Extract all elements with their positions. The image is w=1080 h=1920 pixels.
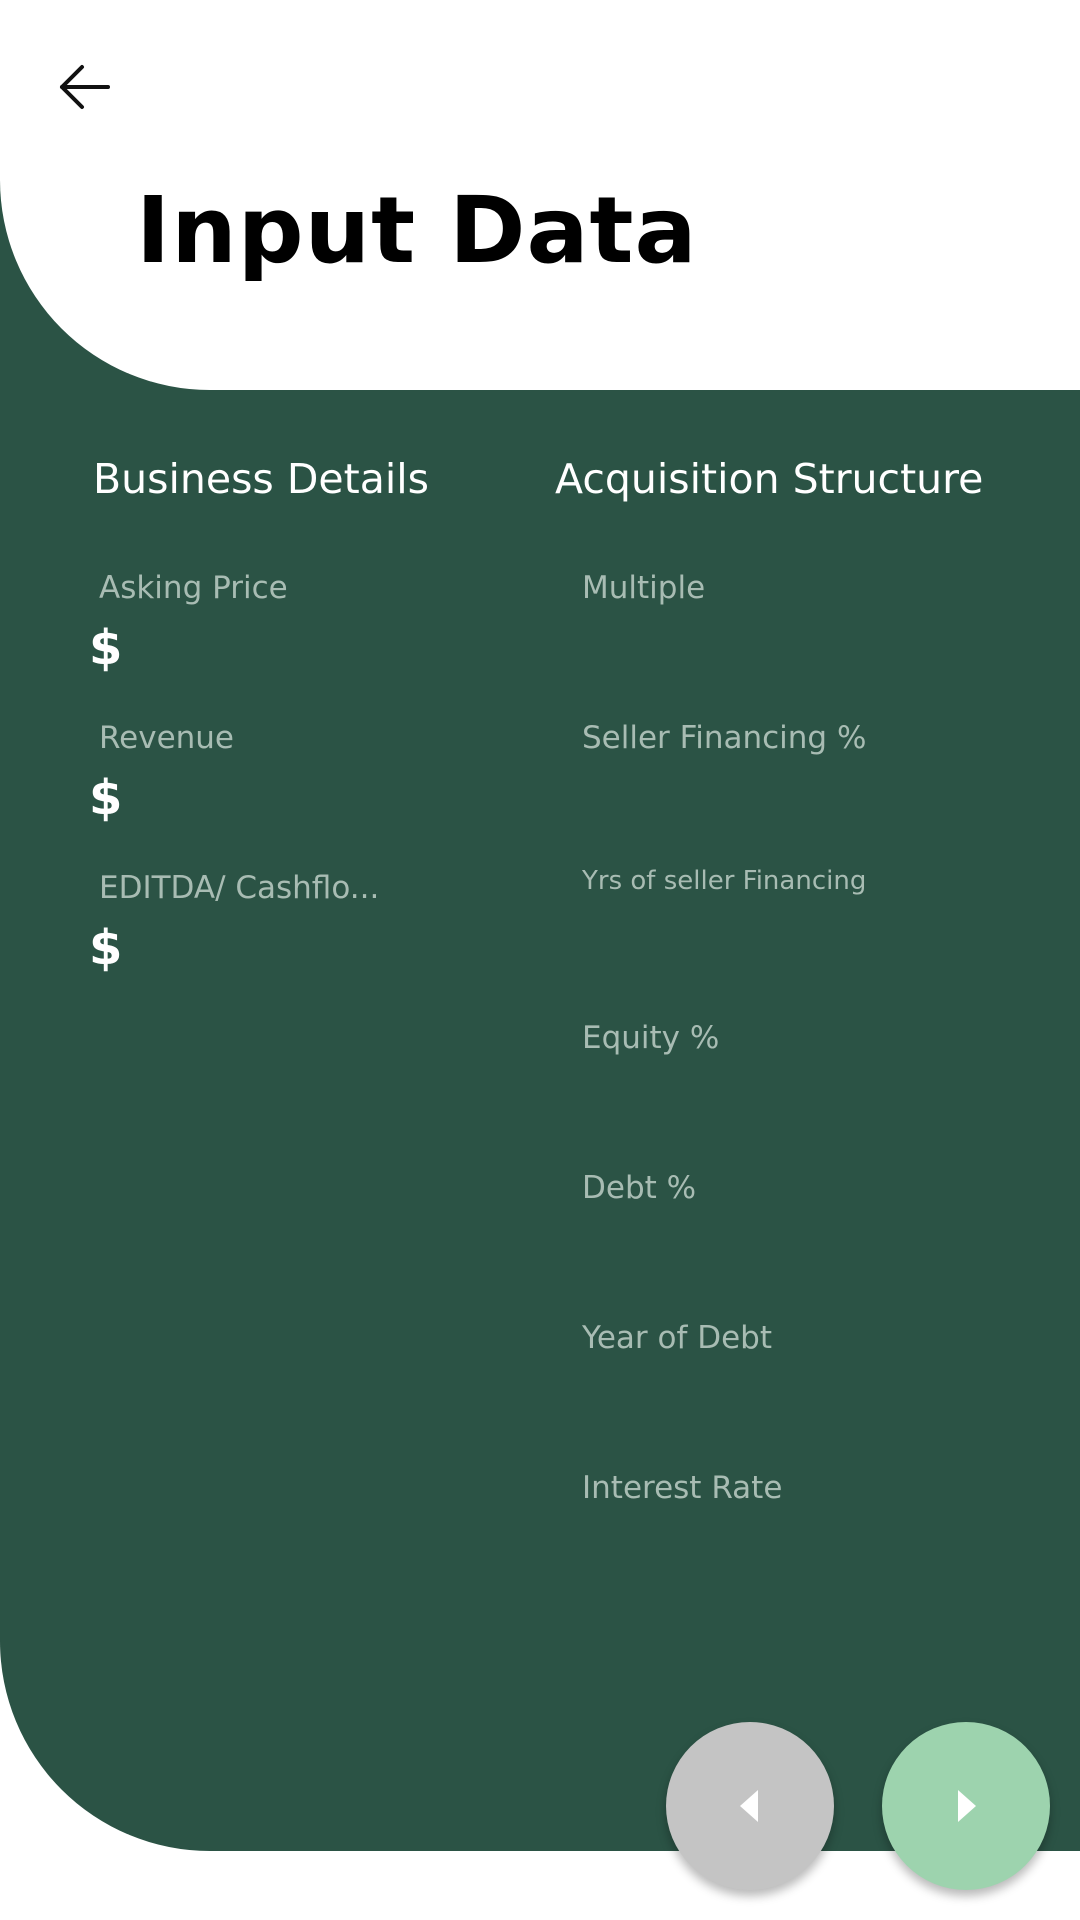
debt-percent-field[interactable]: Debt % xyxy=(582,1170,982,1280)
equity-percent-field[interactable]: Equity % xyxy=(582,1020,982,1130)
interest-rate-field[interactable]: Interest Rate xyxy=(582,1470,982,1580)
back-button[interactable] xyxy=(52,55,116,119)
equity-percent-label: Equity % xyxy=(582,1020,720,1056)
triangle-left-icon xyxy=(740,1790,758,1822)
multiple-label: Multiple xyxy=(582,570,706,606)
asking-price-label: Asking Price xyxy=(99,570,288,606)
dollar-sign: $ xyxy=(89,920,123,976)
page-title: Input Data xyxy=(136,177,698,284)
previous-button[interactable] xyxy=(666,1722,834,1890)
input-data-screen: Input Data Business Details Asking Price… xyxy=(0,0,1080,1920)
dollar-sign: $ xyxy=(89,620,123,676)
asking-price-field[interactable]: Asking Price $ xyxy=(89,570,499,680)
revenue-field[interactable]: Revenue $ xyxy=(89,720,499,830)
seller-financing-percent-field[interactable]: Seller Financing % xyxy=(582,720,982,830)
interest-rate-label: Interest Rate xyxy=(582,1470,783,1506)
ebitda-cashflow-label: EDITDA/ Cashflo... xyxy=(99,870,380,906)
year-of-debt-label: Year of Debt xyxy=(582,1320,772,1356)
ebitda-cashflow-field[interactable]: EDITDA/ Cashflo... $ xyxy=(89,870,499,980)
acquisition-structure-title: Acquisition Structure xyxy=(555,455,984,503)
multiple-field[interactable]: Multiple xyxy=(582,570,982,680)
debt-percent-label: Debt % xyxy=(582,1170,697,1206)
revenue-label: Revenue xyxy=(99,720,235,756)
next-button[interactable] xyxy=(882,1722,1050,1890)
triangle-right-icon xyxy=(958,1790,976,1822)
year-of-debt-field[interactable]: Year of Debt xyxy=(582,1320,982,1430)
seller-financing-percent-label: Seller Financing % xyxy=(582,720,867,756)
years-seller-financing-field[interactable]: Yrs of seller Financing xyxy=(582,866,982,976)
years-seller-financing-label: Yrs of seller Financing xyxy=(582,866,867,896)
arrow-left-icon xyxy=(60,65,110,109)
dollar-sign: $ xyxy=(89,770,123,826)
business-details-title: Business Details xyxy=(93,455,429,503)
